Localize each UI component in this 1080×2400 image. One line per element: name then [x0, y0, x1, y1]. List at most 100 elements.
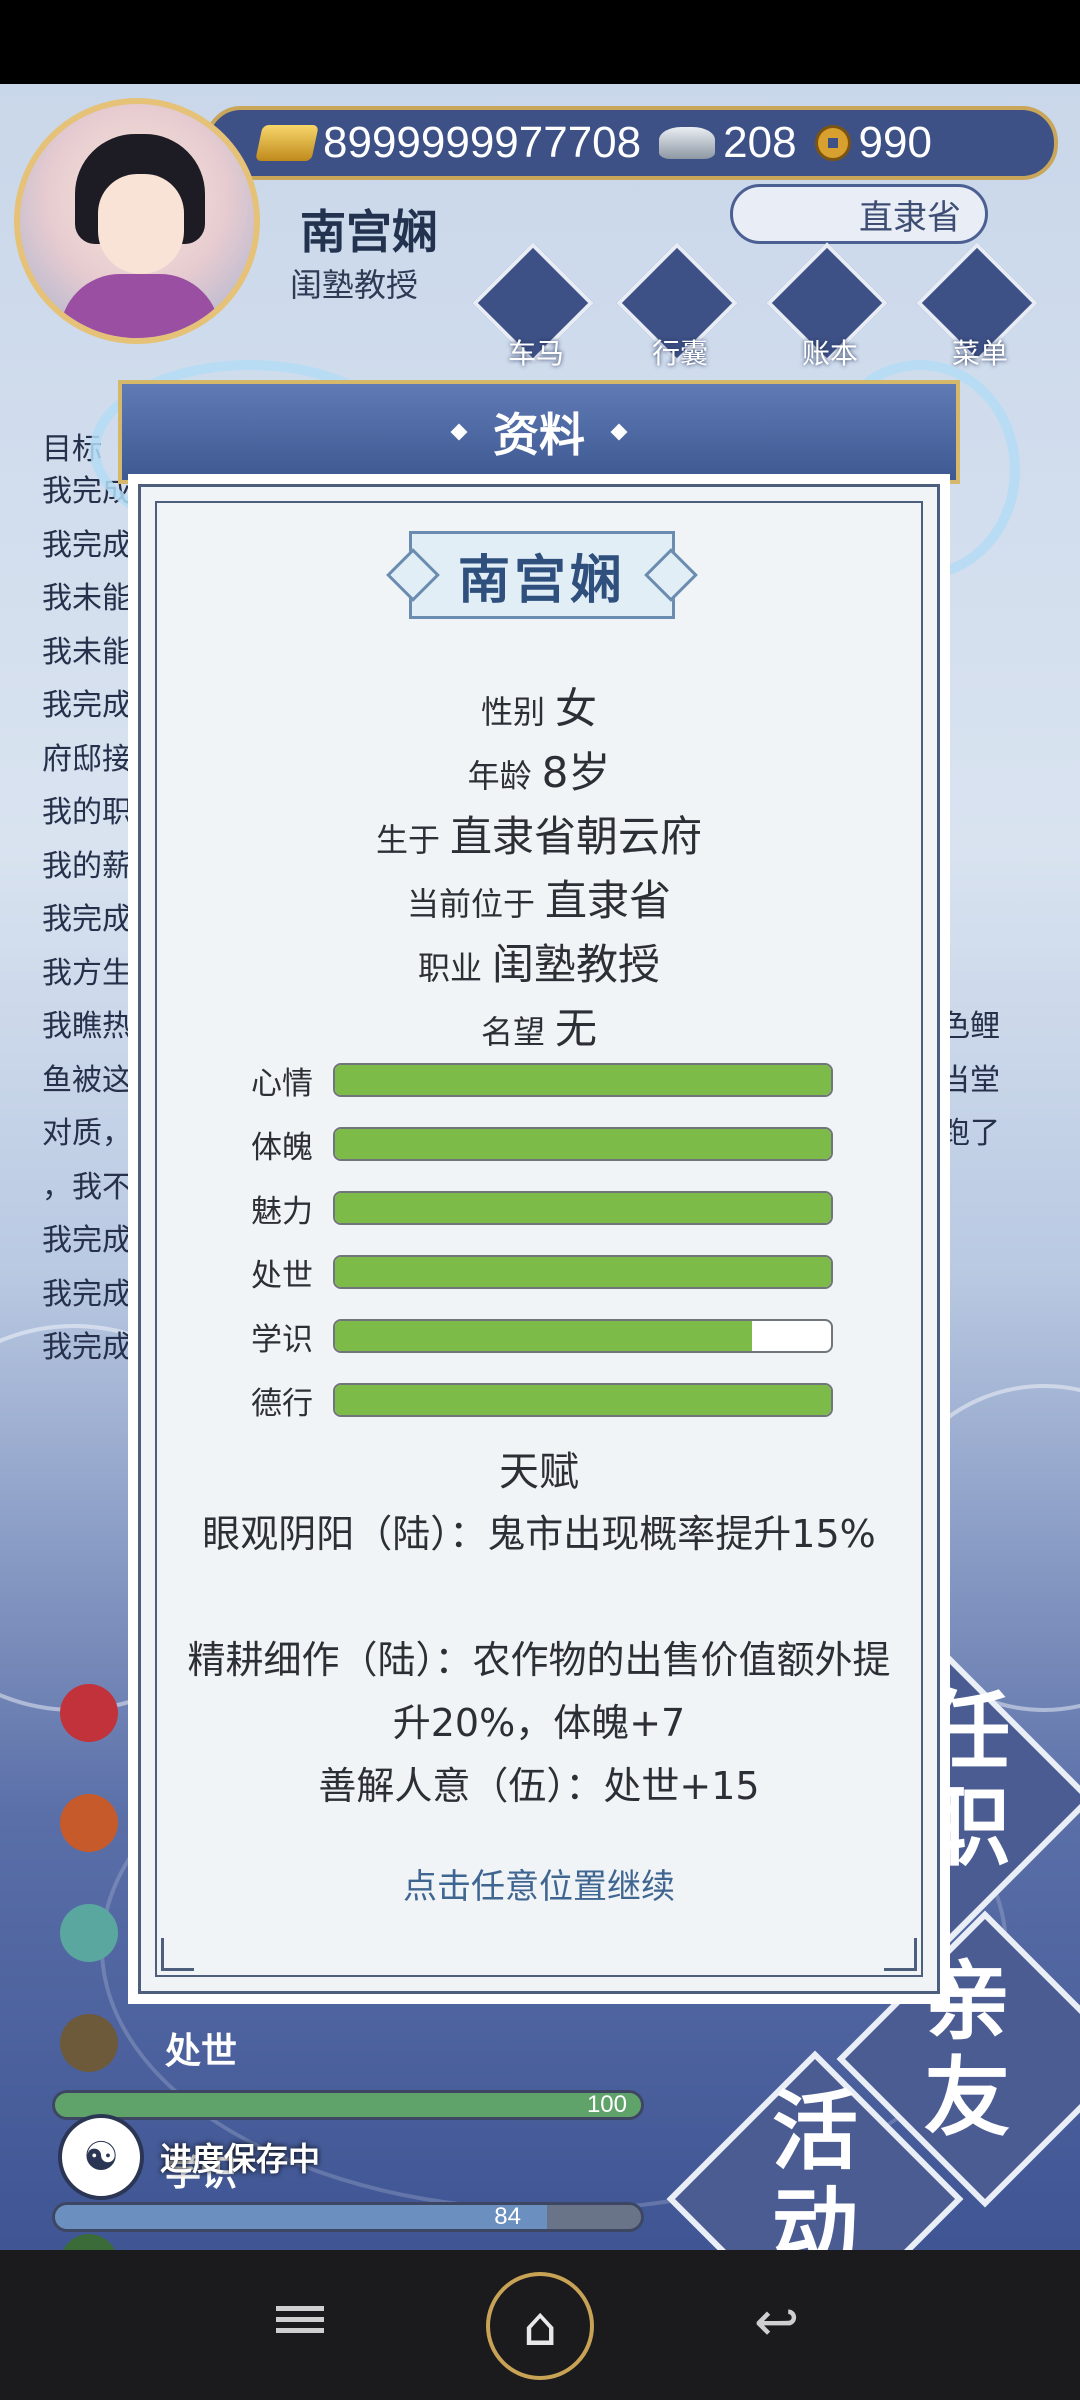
log-line: ，我不: [42, 1169, 132, 1205]
stat-mood: 心情: [251, 1063, 833, 1102]
talent-item: 精耕细作（陆）：农作物的出售价值额外提升20%，体魄+7: [187, 1638, 891, 1745]
corner-ornament: [884, 1938, 917, 1971]
menu-label: 行囊: [651, 337, 708, 370]
log-line: 我完成: [42, 1330, 132, 1365]
info-value: 直隶省朝云府: [450, 812, 703, 861]
stat-label: 德行: [251, 1385, 313, 1422]
stat-bar: [333, 1255, 833, 1289]
jade-icon: [60, 1904, 118, 1962]
back-button[interactable]: ↩: [754, 2290, 799, 2353]
log-line: 当堂: [940, 1062, 1000, 1098]
info-key: 当前位于: [406, 885, 535, 923]
bg-stat-value: 100: [586, 2091, 627, 2118]
continue-hint[interactable]: 点击任意位置继续: [141, 1859, 937, 1908]
bg-stat-label: 处世: [165, 2031, 238, 2072]
gold-ingot-icon: [255, 125, 319, 161]
brush-icon: [60, 2234, 118, 2250]
menu-more-button[interactable]: 菜单: [916, 242, 1040, 372]
info-age: 年龄 8岁: [141, 739, 937, 800]
info-reputation: 名望无: [141, 995, 937, 1056]
silver-ingot-icon: [659, 127, 716, 159]
info-key: 职业: [417, 949, 482, 987]
log-line: 我完成: [42, 527, 132, 563]
silver-amount: 208: [723, 118, 797, 167]
talent-item: 善解人意（伍）：处世+15: [318, 1764, 760, 1808]
corner-ornament: [161, 1938, 194, 1971]
log-line: 我完成: [42, 902, 132, 937]
log-line: 我的职: [42, 795, 132, 830]
stat-label: 心情: [251, 1065, 313, 1102]
stat-label: 学识: [251, 1321, 313, 1358]
stat-label: 魅力: [251, 1193, 313, 1230]
recent-apps-button[interactable]: [276, 2300, 324, 2339]
info-key: 名望: [480, 1013, 545, 1051]
info-value: 女: [555, 684, 598, 733]
info-birthplace: 生于 直隶省朝云府: [141, 803, 937, 864]
copper-coin-icon: [814, 125, 851, 161]
log-line: 鱼被这: [42, 1062, 132, 1098]
stat-physique: 体魄: [251, 1127, 833, 1166]
talent-item: 眼观阴阳（陆）：鬼市出现概率提升15%: [202, 1512, 876, 1556]
bg-stat-value: 84: [494, 2203, 521, 2230]
stat-bar: [333, 1127, 833, 1161]
info-value: 无: [555, 1004, 598, 1053]
info-key: 性别: [480, 693, 545, 731]
gold-amount: 8999999977708: [323, 118, 642, 167]
menu-label: 车马: [507, 337, 564, 370]
log-line: 我完成: [42, 1276, 132, 1312]
province-label: 直隶省: [859, 197, 961, 238]
character-avatar[interactable]: [14, 98, 260, 344]
info-value: 直隶省: [545, 876, 672, 925]
stat-virtue: 德行: [251, 1383, 833, 1422]
log-line: 跑了: [940, 1116, 1000, 1151]
diamond-dot-icon: [450, 423, 468, 441]
save-toast: ☯ 进度保存中: [58, 2114, 320, 2200]
character-name: 南宫娴: [300, 205, 438, 259]
info-gender: 性别女: [141, 675, 937, 736]
profile-modal[interactable]: 南宫娴 性别女 年龄 8岁 生于 直隶省朝云府 当前位于 直隶省 职业 闺塾教授 名望无…: [138, 484, 940, 1994]
log-line: 对质，: [42, 1116, 132, 1151]
menu-bag-button[interactable]: 行囊: [616, 242, 740, 372]
stat-label: 处世: [251, 1257, 313, 1294]
log-line: 我方生: [42, 955, 132, 991]
menu-ledger-button[interactable]: 账本: [766, 242, 890, 372]
info-location: 当前位于 直隶省: [141, 867, 937, 928]
talent-title: 天赋: [499, 1449, 579, 1495]
home-button[interactable]: ⌂: [486, 2272, 594, 2380]
profile-modal-header: 资料: [118, 380, 960, 484]
save-toast-text: 进度保存中: [160, 2140, 321, 2178]
stat-bar: [333, 1319, 833, 1353]
modal-title: 资料: [493, 408, 585, 462]
stat-bar: [333, 1063, 833, 1097]
log-line: 府邸接: [42, 741, 132, 777]
profile-name-tag: 南宫娴: [386, 531, 698, 619]
info-value: 闺塾教授: [492, 940, 661, 989]
menu-carriage-button[interactable]: 车马: [472, 242, 596, 372]
stat-label: 体魄: [251, 1129, 313, 1166]
system-nav-bar: ⌂ ↩: [0, 2250, 1080, 2400]
info-value: 8岁: [541, 748, 611, 797]
diamond-dot-icon: [610, 423, 628, 441]
activity-button-label: 活动: [772, 2082, 858, 2250]
info-key: 年龄: [467, 757, 532, 795]
stat-charm: 魅力: [251, 1191, 833, 1230]
log-line: 我瞧热: [42, 1009, 132, 1044]
log-line: 色鲤: [940, 1009, 1000, 1044]
log-line: 我未能: [42, 581, 132, 616]
stat-knowledge: 学识: [251, 1319, 833, 1358]
profile-name: 南宫娴: [457, 550, 626, 611]
info-key: 生于: [375, 821, 440, 859]
log-line: 我的薪: [42, 848, 132, 884]
currency-bar: 8999999977708 208 990: [205, 106, 1058, 180]
character-job: 闺塾教授: [290, 266, 419, 304]
info-occupation: 职业 闺塾教授: [141, 931, 937, 992]
coin-amount: 990: [858, 118, 932, 167]
stat-bar: [333, 1383, 833, 1417]
log-line: 我完成: [42, 1223, 132, 1258]
lantern-icon: [60, 1794, 118, 1852]
province-badge[interactable]: 直隶省: [730, 184, 988, 244]
menu-label: 账本: [801, 337, 858, 370]
log-line: 我未能: [42, 634, 132, 670]
log-line: 我完成: [42, 688, 132, 723]
stat-bar: [333, 1191, 833, 1225]
